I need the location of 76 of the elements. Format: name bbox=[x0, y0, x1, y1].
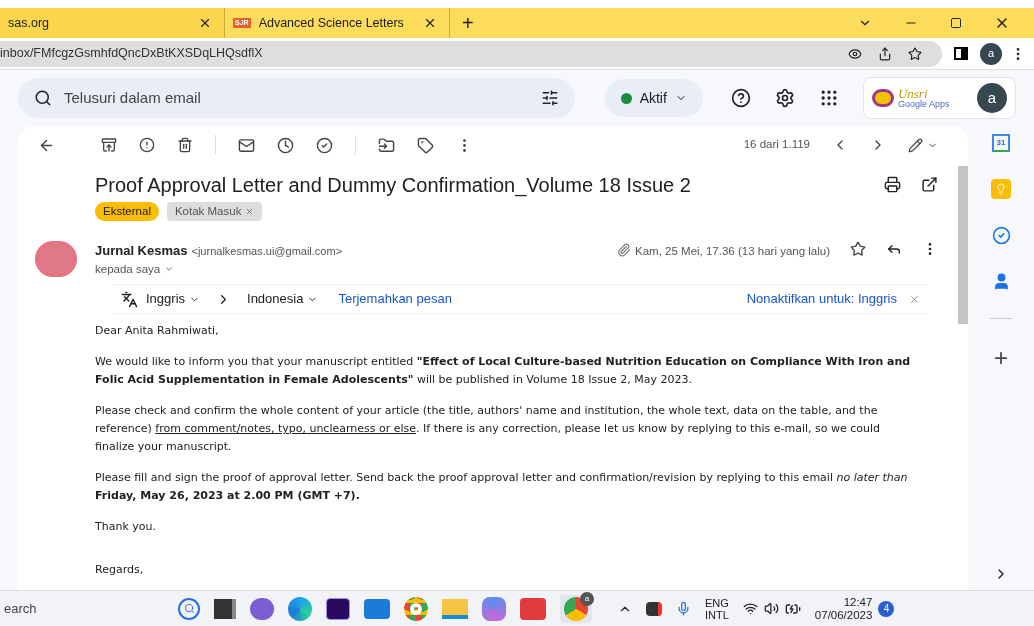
restore-icon[interactable] bbox=[950, 17, 962, 29]
body-paragraph: Regards, bbox=[95, 562, 145, 578]
body-paragraph: Dear Anita Rahmiwati, bbox=[95, 323, 220, 339]
mail-icon[interactable] bbox=[238, 136, 255, 154]
body-paragraph: Thank you. bbox=[95, 519, 157, 535]
body-paragraph: We would like to inform you that your manuscript entitled "Effect of Local Culture-based Nutrition Education on Compliance With Iron and Folic Acid Supplementation in Female Adolescents" will be published in Volume 18 Issue 2, May 2023. bbox=[95, 354, 912, 388]
spam-icon[interactable] bbox=[139, 137, 155, 153]
add-task-icon[interactable] bbox=[316, 136, 333, 154]
archive-icon[interactable] bbox=[101, 137, 117, 153]
task-view-icon[interactable] bbox=[214, 598, 236, 619]
close-icon[interactable] bbox=[423, 16, 437, 30]
email-subject: Proof Approval Letter and Dummy Confirmation_Volume 18 Issue 2 bbox=[95, 173, 692, 198]
taskbar-search-field[interactable]: earch bbox=[4, 595, 154, 622]
move-to-folder-icon[interactable] bbox=[378, 136, 395, 154]
disable-translation-link[interactable]: Nonaktifkan untuk: Inggris bbox=[746, 289, 897, 309]
sender-avatar bbox=[35, 241, 77, 278]
profile-avatar[interactable]: a bbox=[980, 42, 1002, 65]
folder-icon[interactable] bbox=[442, 598, 468, 619]
source-language-dropdown[interactable]: Inggris bbox=[146, 289, 201, 309]
share-icon[interactable] bbox=[878, 46, 892, 61]
eye-icon[interactable] bbox=[848, 46, 862, 61]
sender-name: Jurnal Kesmas bbox=[95, 242, 188, 261]
sender-email: <jurnalkesmas.ui@gmail.com> bbox=[191, 244, 343, 260]
new-tab-button[interactable]: + bbox=[462, 13, 474, 33]
body-paragraph: Please check and confirm the whole content of your article (the title, authors' name and institution, the whole text, data on the table, and the reference) from comment/notes, typo, unclearness or else. If there is any correction, please let us know by replying to this e-mail, so we could finalize your manuscript. bbox=[95, 403, 881, 455]
target-language-dropdown[interactable]: Indonesia bbox=[247, 289, 319, 309]
email-date: Kam, 25 Mei, 17.36 (13 hari yang lalu) bbox=[635, 244, 830, 260]
translate-icon[interactable] bbox=[121, 290, 138, 308]
language-indicator[interactable]: ENG INTL bbox=[705, 596, 729, 621]
calendar-icon[interactable]: 31 bbox=[992, 134, 1010, 152]
star-icon[interactable] bbox=[908, 46, 922, 61]
close-icon[interactable] bbox=[198, 16, 212, 30]
scrollbar[interactable] bbox=[958, 166, 968, 324]
search-input[interactable]: Telusuri dalam email bbox=[64, 86, 529, 110]
clock-icon[interactable] bbox=[277, 136, 294, 154]
status-button[interactable]: Aktif bbox=[604, 79, 703, 117]
clock[interactable]: 12:47 07/06/2023 bbox=[814, 595, 873, 622]
pencil-icon[interactable] bbox=[908, 137, 923, 153]
logo-text: Unsri bbox=[897, 87, 929, 100]
profile-badge: a bbox=[580, 591, 594, 606]
help-icon[interactable] bbox=[730, 88, 751, 108]
add-button[interactable]: + bbox=[994, 346, 1008, 370]
logo-subtext: Google Apps bbox=[897, 100, 950, 109]
message-counter: 16 dari 1.119 bbox=[743, 137, 810, 153]
open-new-window-icon[interactable] bbox=[921, 176, 938, 193]
edge-browser-icon[interactable] bbox=[288, 596, 312, 621]
chrome-icon[interactable] bbox=[564, 596, 588, 621]
recipient-dropdown[interactable]: kepada saya bbox=[95, 260, 343, 278]
tab-title: sas.org bbox=[8, 14, 50, 32]
label-icon[interactable] bbox=[417, 136, 434, 154]
filter-icon[interactable] bbox=[540, 89, 559, 107]
bing-icon[interactable] bbox=[178, 597, 200, 620]
remove-icon[interactable] bbox=[245, 207, 255, 217]
volume-icon[interactable] bbox=[763, 601, 779, 616]
search-icon[interactable] bbox=[34, 89, 52, 107]
address-bar[interactable]: inbox/FMfcgzGsmhfdQncDxBtKXSDqLHQsdflX bbox=[0, 40, 942, 67]
trash-icon[interactable] bbox=[177, 137, 193, 153]
label-tag[interactable]: Eksternal bbox=[95, 202, 159, 222]
search-bar[interactable]: Telusuri dalam email bbox=[18, 78, 575, 118]
tasks-icon[interactable] bbox=[991, 226, 1011, 245]
browser-tab[interactable]: sas.org bbox=[0, 8, 225, 38]
chrome-icon[interactable] bbox=[404, 596, 428, 621]
star-icon[interactable] bbox=[850, 241, 866, 258]
translate-link[interactable]: Terjemahkan pesan bbox=[338, 289, 452, 309]
notification-badge[interactable]: 4 bbox=[878, 600, 895, 617]
wifi-icon[interactable] bbox=[742, 601, 758, 616]
url-text: inbox/FMfcgzGsmhfdQncDxBtKXSDqLHQsdflX bbox=[0, 45, 263, 63]
microphone-icon[interactable] bbox=[676, 601, 691, 616]
body-paragraph: Please fill and sign the proof of approval letter. Send back the proof approval letter and confirmation/revision by replying to this email no later than Friday, May 26, 2023 at 2.00 PM (GMT +7). bbox=[95, 470, 909, 504]
account-avatar[interactable]: a bbox=[977, 83, 1007, 113]
settings-icon[interactable] bbox=[774, 88, 795, 108]
print-icon[interactable] bbox=[884, 176, 901, 193]
org-logo-card[interactable]: Unsri Google Apps a bbox=[862, 77, 1016, 119]
side-panel-icon[interactable] bbox=[954, 47, 968, 60]
label-chip[interactable]: Kotak Masuk bbox=[166, 202, 263, 222]
tab-title: Advanced Science Letters bbox=[258, 14, 405, 32]
